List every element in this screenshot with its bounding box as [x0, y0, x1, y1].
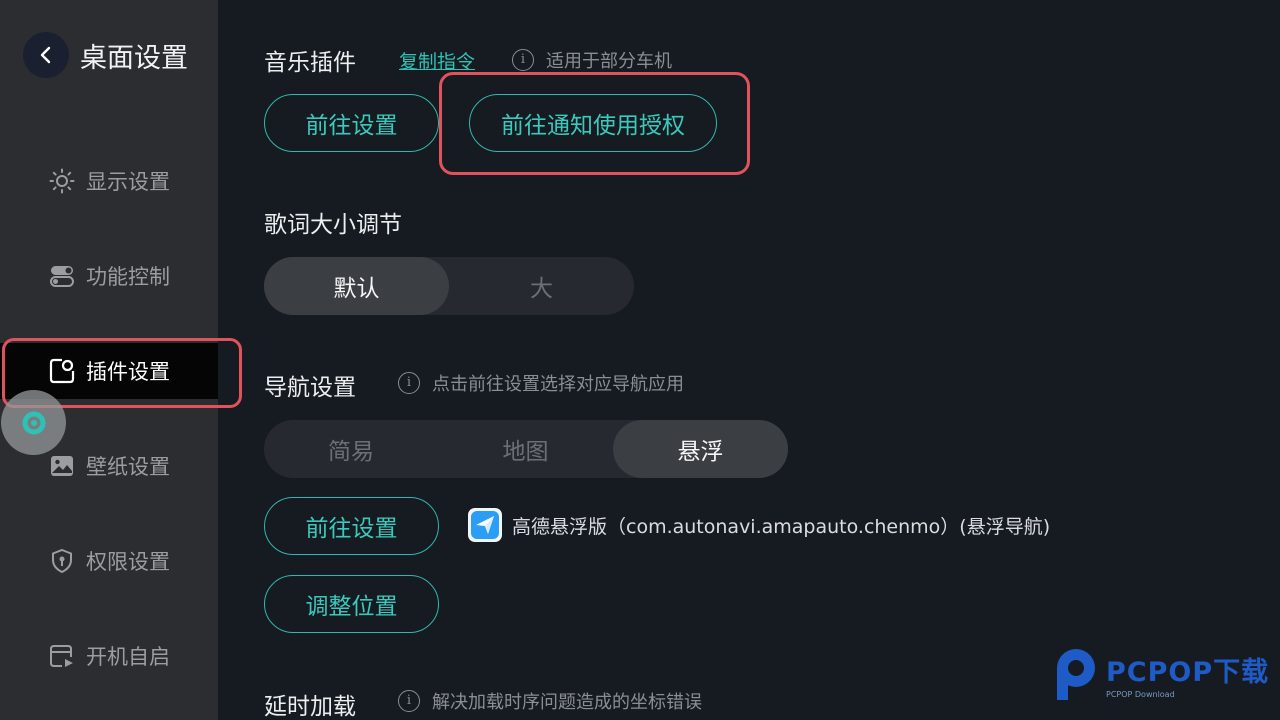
sun-icon	[48, 167, 76, 195]
app-name: 高德悬浮版（com.autonavi.amapauto.chenmo）(悬浮导航…	[512, 515, 1051, 538]
navigation-mode-segmented: 简易 地图 悬浮	[264, 420, 788, 478]
info-icon: i	[398, 690, 420, 712]
sidebar-item-label: 显示设置	[86, 170, 170, 194]
info-icon: i	[398, 372, 420, 394]
sidebar-item-function[interactable]: 功能控制	[0, 248, 218, 304]
sidebar-title: 桌面设置	[80, 43, 188, 74]
navigation-settings-button[interactable]: 前往设置	[264, 497, 439, 555]
pcpop-logo-icon	[1057, 649, 1095, 700]
sidebar-item-label: 壁纸设置	[86, 455, 170, 479]
info-icon: i	[512, 49, 534, 71]
toggle-icon	[48, 262, 76, 290]
sidebar-item-autostart[interactable]: 开机自启	[0, 628, 218, 684]
music-plugin-hint: i 适用于部分车机	[512, 47, 672, 73]
nav-option-float[interactable]: 悬浮	[613, 420, 788, 478]
boot-icon	[48, 642, 76, 670]
selected-nav-app: 高德悬浮版（com.autonavi.amapauto.chenmo）(悬浮导航…	[468, 508, 1050, 542]
delay-load-hint: i 解决加载时序问题造成的坐标错误	[398, 688, 702, 714]
lyrics-size-title: 歌词大小调节	[264, 212, 402, 238]
nav-option-simple[interactable]: 简易	[264, 420, 438, 478]
copy-command-link[interactable]: 复制指令	[399, 47, 475, 74]
adjust-position-button[interactable]: 调整位置	[264, 575, 439, 633]
hint-text: 点击前往设置选择对应导航应用	[432, 374, 684, 395]
lyrics-option-default[interactable]: 默认	[264, 257, 449, 315]
image-icon	[48, 452, 76, 480]
music-plugin-title: 音乐插件	[264, 50, 356, 76]
lyrics-option-large[interactable]: 大	[449, 257, 634, 315]
amap-icon	[468, 508, 502, 542]
navigation-title: 导航设置	[264, 375, 356, 401]
lyrics-size-segmented: 默认 大	[264, 257, 634, 315]
watermark-text: PCPOP下载	[1106, 656, 1270, 688]
shield-icon	[48, 547, 76, 575]
navigation-hint: i 点击前往设置选择对应导航应用	[398, 370, 684, 396]
sidebar-item-display[interactable]: 显示设置	[0, 153, 218, 209]
floating-ball[interactable]	[1, 390, 66, 455]
nav-option-map[interactable]: 地图	[438, 420, 613, 478]
back-button[interactable]	[23, 32, 69, 78]
watermark: PCPOP下载 PCPOP Download	[1052, 646, 1269, 702]
highlight-box	[439, 72, 750, 175]
sidebar-item-permission[interactable]: 权限设置	[0, 533, 218, 589]
sidebar-item-label: 功能控制	[86, 265, 170, 289]
chevron-left-icon	[40, 46, 51, 64]
hint-text: 适用于部分车机	[546, 51, 672, 72]
sidebar-item-label: 开机自启	[86, 645, 170, 669]
music-settings-button[interactable]: 前往设置	[264, 94, 439, 152]
sidebar-item-label: 权限设置	[86, 550, 170, 574]
gear-icon	[22, 411, 45, 434]
watermark-subtext: PCPOP Download	[1106, 689, 1175, 699]
delay-load-title: 延时加载	[264, 694, 356, 720]
hint-text: 解决加载时序问题造成的坐标错误	[432, 692, 702, 713]
